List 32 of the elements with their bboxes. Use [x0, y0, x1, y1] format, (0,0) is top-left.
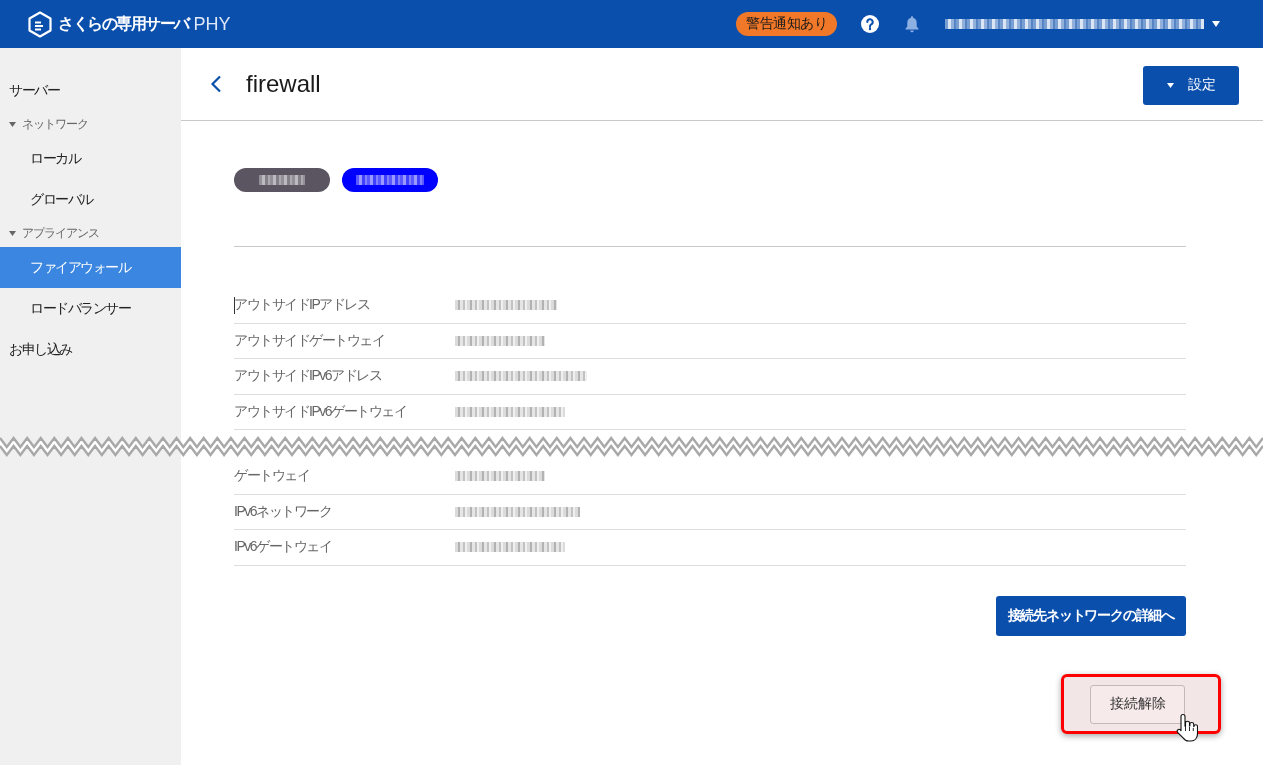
disconnect-button[interactable]: 接続解除 [1090, 684, 1185, 724]
blurred-text [259, 175, 305, 185]
detail-label: アウトサイドゲートウェイ [234, 331, 385, 350]
logo-icon[interactable] [28, 10, 52, 38]
caret-icon[interactable] [9, 230, 16, 237]
sidebar-group-toggle[interactable]: アプライアンス [0, 220, 181, 247]
blurred-text [356, 175, 424, 185]
detail-label: アウトサイドIPアドレス [234, 296, 371, 315]
product-name: PHY [193, 13, 231, 35]
brand-name: さくらの専用サーバ [58, 13, 189, 34]
alert-badge[interactable]: 警告通知あり [736, 12, 837, 36]
bell-icon[interactable] [904, 15, 920, 33]
detail-label: アウトサイドIPv6アドレス [234, 367, 382, 386]
sidebar-group-toggle[interactable]: ネットワーク [0, 111, 181, 138]
sidebar-item[interactable]: ローカル [0, 138, 181, 179]
sidebar-item[interactable]: グローバル [0, 179, 181, 220]
settings-button[interactable]: 設定 [1143, 65, 1239, 105]
sidebar-item[interactable]: サーバー [0, 70, 181, 111]
caret-icon [1166, 82, 1174, 88]
help-icon[interactable] [861, 15, 879, 33]
detail-label: IPv6ネットワーク [234, 502, 332, 521]
sidebar-item[interactable]: ロードバランサー [0, 288, 181, 329]
sidebar-item[interactable]: お申し込み [0, 329, 181, 370]
detail-label: アウトサイドIPv6ゲートウェイ [234, 402, 407, 421]
detail-label: IPv6ゲートウェイ [234, 538, 332, 557]
page-title: firewall [246, 70, 322, 98]
caret-icon[interactable] [1212, 21, 1220, 27]
network-details-button[interactable]: 接続先ネットワークの詳細へ [995, 596, 1186, 636]
detail-label: ゲートウェイ [234, 467, 310, 486]
chevron-left-icon[interactable] [210, 75, 222, 93]
sidebar-item[interactable]: ファイアウォール [0, 247, 181, 288]
caret-icon[interactable] [9, 121, 16, 128]
